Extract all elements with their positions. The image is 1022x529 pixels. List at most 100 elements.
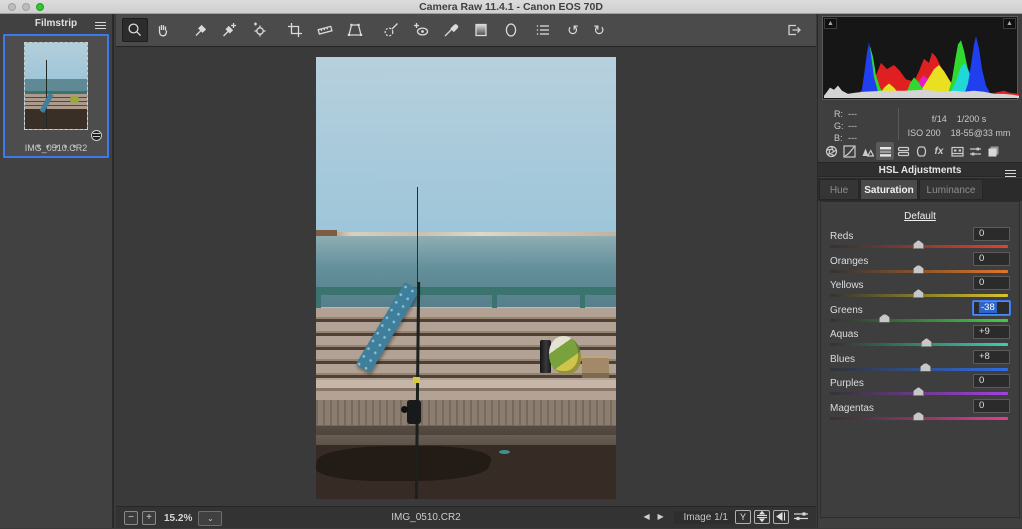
photo-railing-posts <box>316 295 616 308</box>
toggle-fullscreen-icon[interactable] <box>782 19 806 41</box>
before-after-toggle-button[interactable]: Y <box>735 510 751 524</box>
copy-settings-icon[interactable] <box>773 510 789 524</box>
red-eye-removal-tool-icon[interactable] <box>408 18 434 42</box>
rotate-left-icon[interactable]: ↺ <box>560 18 586 42</box>
swap-before-after-icon[interactable] <box>754 510 770 524</box>
slider-value-input[interactable]: +8 <box>973 350 1010 364</box>
tab-saturation[interactable]: Saturation <box>860 179 918 200</box>
slider-label: Purples <box>830 378 864 389</box>
slider-value-input[interactable]: 0 <box>973 276 1010 290</box>
preferences-tool-icon[interactable] <box>530 18 556 42</box>
slider-track[interactable] <box>830 245 1008 248</box>
hsl-adjustments-panel-icon[interactable] <box>876 142 894 160</box>
slider-label: Magentas <box>830 403 874 414</box>
slider-thumb[interactable] <box>913 240 924 249</box>
photo-sky <box>316 57 616 234</box>
next-image-button[interactable]: ▶ <box>654 510 668 524</box>
filmstrip-menu-icon[interactable] <box>95 20 106 28</box>
slider-value-input[interactable]: +9 <box>973 325 1010 339</box>
hand-tool-icon[interactable] <box>150 18 176 42</box>
tone-curve-panel-icon[interactable] <box>840 142 858 160</box>
slider-label: Aquas <box>830 329 858 340</box>
slider-track[interactable] <box>830 294 1008 297</box>
slider-label: Blues <box>830 354 855 365</box>
transform-tool-icon[interactable] <box>342 18 368 42</box>
slider-track[interactable] <box>830 392 1008 395</box>
targeted-adjustment-tool-icon[interactable] <box>246 18 272 42</box>
exif-readout: f/141/200 s ISO 20018-55@33 mm <box>900 112 1018 140</box>
default-link[interactable]: Default <box>821 211 1019 222</box>
slider-track[interactable] <box>830 319 1008 322</box>
hsl-panel-header: HSL Adjustments <box>818 162 1022 177</box>
straighten-tool-icon[interactable] <box>312 18 338 42</box>
color-sampler-tool-icon[interactable] <box>216 18 242 42</box>
photo-fishing-reel <box>407 400 421 424</box>
photo-railing <box>316 287 616 295</box>
snapshots-panel-icon[interactable] <box>984 142 1002 160</box>
basic-panel-icon[interactable] <box>822 142 840 160</box>
toolbar: ↺ ↻ <box>116 14 816 47</box>
zoom-tool-icon[interactable] <box>122 18 148 42</box>
photo-preview[interactable] <box>316 57 616 499</box>
radial-filter-tool-icon[interactable] <box>498 18 524 42</box>
aperture-value: f/14 <box>932 114 947 124</box>
filmstrip-thumbnail-selected[interactable]: IMG_0510.CR2 <box>3 34 109 158</box>
histogram[interactable]: ▲ ▲ <box>822 16 1018 100</box>
white-balance-tool-icon[interactable] <box>188 18 214 42</box>
slider-thumb[interactable] <box>879 314 890 323</box>
preview-preferences-icon[interactable] <box>792 510 810 524</box>
photo-rod-band <box>413 377 420 383</box>
tab-luminance[interactable]: Luminance <box>919 179 983 200</box>
highlight-clipping-warning-icon[interactable]: ▲ <box>1003 18 1016 29</box>
camera-calibration-panel-icon[interactable] <box>948 142 966 160</box>
tab-hue[interactable]: Hue <box>819 179 859 200</box>
shadow-clipping-warning-icon[interactable]: ▲ <box>824 18 837 29</box>
thumbnail-filename: IMG_0510.CR2 <box>5 143 107 153</box>
slider-thumb[interactable] <box>920 363 931 372</box>
slider-thumb[interactable] <box>921 338 932 347</box>
main-area: ↺ ↻ <box>116 14 816 528</box>
photo-ground-shadow <box>316 446 496 481</box>
lens-corrections-panel-icon[interactable] <box>912 142 930 160</box>
saturation-sliders-panel: Default Reds 0 Oranges 0 Yellows 0 Green… <box>820 201 1020 518</box>
slider-value-input[interactable]: 0 <box>973 252 1010 266</box>
rotate-right-icon[interactable]: ↻ <box>586 18 612 42</box>
slider-track[interactable] <box>830 417 1008 420</box>
split-toning-panel-icon[interactable] <box>894 142 912 160</box>
slider-thumb[interactable] <box>913 265 924 274</box>
slider-label: Greens <box>830 305 863 316</box>
image-count: Image 1/1 <box>674 511 738 524</box>
slider-value-input[interactable]: 0 <box>973 399 1010 413</box>
slider-thumb[interactable] <box>913 387 924 396</box>
slider-track[interactable] <box>830 270 1008 273</box>
slider-thumb[interactable] <box>913 289 924 298</box>
hsl-panel-menu-icon[interactable] <box>1005 168 1016 176</box>
panel-tabs: fx <box>822 142 1002 160</box>
crop-tool-icon[interactable] <box>282 18 308 42</box>
presets-panel-icon[interactable] <box>966 142 984 160</box>
slider-label: Reds <box>830 231 853 242</box>
slider-value-input[interactable]: 0 <box>973 374 1010 388</box>
slider-track[interactable] <box>830 343 1008 346</box>
slider-track[interactable] <box>830 368 1008 371</box>
hsl-tab-row: Hue Saturation Luminance <box>818 178 1022 201</box>
image-canvas[interactable] <box>116 48 816 506</box>
slider-row-reds: Reds 0 <box>821 230 1019 252</box>
filmstrip-panel: Filmstrip IMG_0510.CR2 <box>0 14 114 528</box>
slider-row-aquas: Aquas +9 <box>821 328 1019 350</box>
iso-value: ISO 200 <box>908 128 941 138</box>
status-bar: − + 15.2% ⌄ IMG_0510.CR2 ◀ ▶ Image 1/1 Y <box>116 506 816 528</box>
previous-image-button[interactable]: ◀ <box>640 510 654 524</box>
slider-row-magentas: Magentas 0 <box>821 402 1019 424</box>
slider-thumb[interactable] <box>913 412 924 421</box>
photo-wooden-box <box>582 356 609 378</box>
rgb-readout: R:--- G:--- B:--- <box>834 108 857 144</box>
effects-panel-icon[interactable]: fx <box>930 142 948 160</box>
slider-value-input[interactable]: -38 <box>973 301 1010 315</box>
detail-panel-icon[interactable] <box>858 142 876 160</box>
slider-value-input[interactable]: 0 <box>973 227 1010 241</box>
spot-removal-tool-icon[interactable] <box>378 18 404 42</box>
info-divider <box>898 108 899 140</box>
graduated-filter-tool-icon[interactable] <box>468 18 494 42</box>
adjustment-brush-tool-icon[interactable] <box>438 18 464 42</box>
